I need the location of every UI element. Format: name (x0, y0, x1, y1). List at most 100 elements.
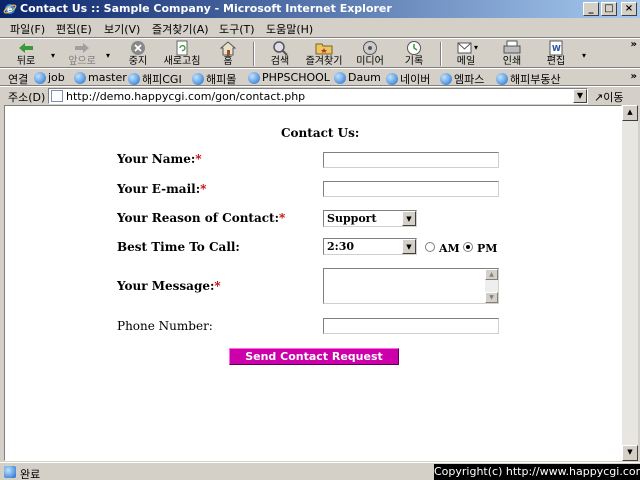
maximize-button[interactable]: □ (601, 2, 617, 16)
menu-favorites[interactable]: 즐겨찾기(A) (152, 21, 209, 37)
link-master[interactable]: master (74, 71, 127, 84)
time-select[interactable]: 2:30 ▼ (323, 238, 417, 255)
link-happymall[interactable]: 해피몰 (192, 71, 236, 87)
mail-dropdown-icon[interactable]: ▾ (474, 43, 478, 52)
home-icon (219, 41, 237, 56)
scroll-down-icon[interactable]: ▼ (485, 292, 498, 303)
time-dropdown-icon[interactable]: ▼ (402, 239, 416, 254)
home-button[interactable]: 홈 (206, 40, 250, 68)
menu-file[interactable]: 파일(F) (10, 21, 45, 37)
printer-icon (503, 40, 521, 54)
window-title: Contact Us :: Sample Company - Microsoft… (20, 2, 392, 15)
print-button[interactable]: 인쇄 (490, 40, 534, 68)
email-input[interactable] (323, 181, 499, 197)
svg-text:e: e (7, 5, 13, 14)
history-button[interactable]: 기록 (392, 40, 436, 68)
forward-dropdown-icon[interactable]: ▾ (106, 51, 110, 60)
form-title: Contact Us: (281, 126, 360, 140)
page-scroll-down-icon[interactable]: ▼ (622, 445, 638, 461)
go-button[interactable]: ↗이동 (594, 89, 623, 105)
copyright-banner: Copyright(c) http://www.happycgi.com (434, 464, 640, 480)
ie-page-icon (496, 73, 508, 85)
links-label: 연결 (8, 73, 29, 86)
word-edit-icon: W (549, 40, 563, 56)
page-done-icon (4, 466, 16, 478)
media-button[interactable]: 미디어 (348, 40, 392, 68)
am-label: AM (439, 242, 460, 255)
links-more-chevron-icon[interactable]: » (631, 71, 637, 82)
close-button[interactable]: × (621, 2, 637, 16)
page-scrollbar[interactable]: ▲ ▼ (622, 105, 638, 461)
menu-tools[interactable]: 도구(T) (219, 21, 255, 37)
reason-select-value: Support (327, 212, 377, 225)
page-content: Contact Us: Your Name:* Your E-mail:* Yo… (4, 105, 622, 461)
search-icon (273, 41, 288, 56)
ie-page-icon (34, 71, 46, 84)
ie-page-icon (192, 73, 204, 85)
link-phpschool[interactable]: PHPSCHOOL (248, 71, 330, 84)
email-label: Your E-mail:* (117, 182, 207, 196)
ie-page-icon (128, 73, 140, 85)
am-radio[interactable] (425, 242, 435, 252)
standard-toolbar: 뒤로 ▾ 앞으로 ▾ 중지 새로고침 홈 검색 즐겨찾기 미디어 기록 메일 ▾ (0, 38, 640, 68)
search-button[interactable]: 검색 (258, 40, 302, 68)
menu-view[interactable]: 보기(V) (104, 21, 140, 37)
link-daum[interactable]: Daum (334, 71, 381, 84)
link-job[interactable]: job (34, 71, 65, 84)
name-input[interactable] (323, 152, 499, 168)
title-bar: e Contact Us :: Sample Company - Microso… (0, 0, 640, 18)
media-icon (363, 41, 377, 55)
back-dropdown-icon[interactable]: ▾ (51, 51, 55, 60)
address-dropdown-icon[interactable]: ▼ (573, 89, 587, 103)
links-bar: 연결 job master 해피CGI 해피몰 PHPSCHOOL Daum 네… (0, 68, 640, 86)
page-scroll-up-icon[interactable]: ▲ (622, 105, 638, 121)
required-mark: * (200, 182, 207, 196)
page-icon (51, 90, 63, 102)
stop-icon (131, 41, 145, 55)
svg-text:W: W (552, 44, 561, 53)
link-happycgi[interactable]: 해피CGI (128, 71, 182, 87)
edit-button[interactable]: W 편집 (534, 40, 578, 68)
address-url[interactable]: http://demo.happycgi.com/gon/contact.php (66, 90, 305, 103)
link-naver[interactable]: 네이버 (386, 71, 430, 87)
message-scrollbar[interactable]: ▲ ▼ (485, 269, 498, 303)
address-bar: 주소(D) http://demo.happycgi.com/gon/conta… (0, 86, 640, 104)
menu-help[interactable]: 도움말(H) (266, 21, 313, 37)
time-select-value: 2:30 (327, 240, 355, 253)
ie-page-icon (74, 71, 86, 84)
reason-select[interactable]: Support ▼ (323, 210, 417, 227)
menu-bar: 파일(F) 편집(E) 보기(V) 즐겨찾기(A) 도구(T) 도움말(H) (0, 18, 640, 38)
required-mark: * (214, 279, 221, 293)
menu-edit[interactable]: 편집(E) (56, 21, 92, 37)
reason-dropdown-icon[interactable]: ▼ (402, 211, 416, 226)
internet-explorer-icon: e (3, 4, 17, 14)
minimize-button[interactable]: _ (583, 2, 599, 16)
favorites-button[interactable]: 즐겨찾기 (302, 40, 346, 68)
phone-input[interactable] (323, 318, 499, 334)
message-textarea[interactable]: ▲ ▼ (323, 268, 499, 304)
required-mark: * (195, 152, 202, 166)
pm-label: PM (477, 242, 498, 255)
history-icon (407, 41, 421, 55)
send-contact-request-button[interactable]: Send Contact Request (229, 348, 399, 365)
address-label: 주소(D) (8, 91, 46, 104)
stop-button[interactable]: 중지 (116, 40, 160, 68)
link-empas[interactable]: 엠파스 (440, 71, 484, 87)
ie-page-icon (386, 73, 398, 85)
refresh-button[interactable]: 새로고침 (160, 40, 204, 68)
pm-radio[interactable] (463, 242, 473, 252)
edit-dropdown-icon[interactable]: ▾ (582, 51, 586, 60)
toolbar-more-chevron-icon[interactable]: » (631, 39, 637, 50)
mail-button[interactable]: 메일 (444, 40, 488, 68)
forward-arrow-icon (75, 43, 89, 53)
ie-page-icon (334, 71, 346, 84)
link-happy-realestate[interactable]: 해피부동산 (496, 71, 561, 87)
forward-button[interactable]: 앞으로 (60, 40, 104, 68)
required-mark: * (279, 211, 286, 225)
reason-label: Your Reason of Contact:* (117, 211, 286, 225)
scroll-up-icon[interactable]: ▲ (485, 269, 498, 280)
address-input[interactable]: http://demo.happycgi.com/gon/contact.php… (48, 88, 588, 104)
time-label: Best Time To Call: (117, 240, 240, 254)
back-button[interactable]: 뒤로 (4, 40, 48, 68)
status-bar: 완료 Copyright(c) http://www.happycgi.com (0, 462, 640, 480)
